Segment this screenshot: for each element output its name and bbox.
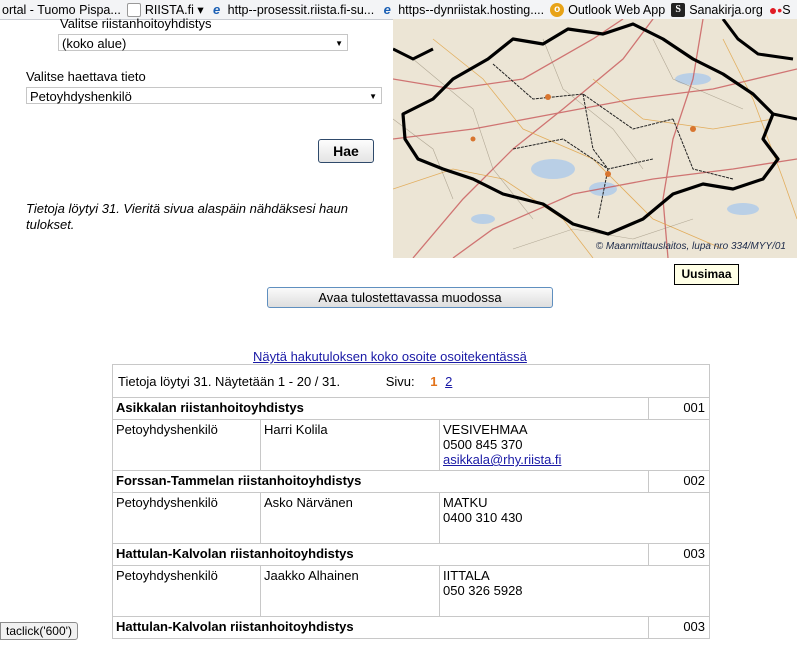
field-select[interactable]: Petoyhdyshenkilö ▼ (26, 87, 382, 104)
results-found-note: Tietoja löytyi 31. Vieritä sivua alaspäi… (26, 201, 348, 232)
table-row: Petoyhdyshenkilö Jaakko Alhainen IITTALA… (112, 565, 711, 617)
page-2-link[interactable]: 2 (445, 374, 452, 389)
association-header-row: Hattulan-Kalvolan riistanhoitoyhdistys 0… (112, 543, 711, 566)
association-name: Forssan-Tammelan riistanhoitoyhdistys (112, 470, 649, 493)
association-name: Hattulan-Kalvolan riistanhoitoyhdistys (112, 543, 649, 566)
association-header-row: Forssan-Tammelan riistanhoitoyhdistys 00… (112, 470, 711, 493)
contact-place: IITTALA (443, 568, 490, 583)
contact-role: Petoyhdyshenkilö (112, 492, 261, 544)
contact-person: Asko Närvänen (260, 492, 440, 544)
bookmark-sanakirja[interactable]: S Sanakirja.org (669, 0, 767, 19)
bookmark-outlook[interactable]: o Outlook Web App (548, 0, 669, 19)
contact-email-link[interactable]: asikkala@rhy.riista.fi (443, 452, 706, 467)
status-bar: taclick('600') (0, 622, 78, 640)
chevron-down-icon: ▼ (335, 39, 343, 48)
association-name: Asikkalan riistanhoitoyhdistys (112, 397, 649, 420)
current-page: 1 (430, 373, 438, 389)
red-dots-icon: ●• (768, 1, 783, 18)
sanakirja-icon: S (671, 2, 686, 17)
riista-icon (126, 2, 141, 17)
contact-details: IITTALA 050 326 5928 (438, 565, 711, 617)
association-code: 003 (647, 543, 711, 566)
association-name: Hattulan-Kalvolan riistanhoitoyhdistys (112, 616, 649, 639)
table-row: Petoyhdyshenkilö Harri Kolila VESIVEHMAA… (112, 419, 711, 471)
bookmark-2-label: http--prosessit.riista.fi-su... (227, 2, 375, 17)
map-image (393, 19, 797, 258)
association-code: 001 (647, 397, 711, 420)
field-select-label: Valitse haettava tieto (26, 69, 146, 84)
rhy-select[interactable]: (koko alue) ▼ (58, 34, 348, 51)
contact-details: VESIVEHMAA 0500 845 370 asikkala@rhy.rii… (438, 419, 711, 471)
region-tooltip: Uusimaa (674, 264, 739, 285)
results-table: Tietoja löytyi 31. Näytetään 1 - 20 / 31… (111, 364, 711, 639)
bookmark-6-label: S (782, 2, 791, 17)
ie-icon: e (213, 1, 221, 17)
outlook-icon: o (550, 2, 565, 17)
contact-person: Harri Kolila (260, 419, 440, 471)
rhy-select-value: (koko alue) (62, 36, 127, 51)
bookmark-extra[interactable]: ●• S (767, 0, 795, 19)
association-code: 002 (647, 470, 711, 493)
bookmark-4-label: Outlook Web App (568, 2, 666, 17)
bookmark-5-label: Sanakirja.org (689, 2, 763, 17)
association-header-row: Hattulan-Kalvolan riistanhoitoyhdistys 0… (112, 616, 711, 639)
region-map[interactable]: © Maanmittauslaitos, lupa nro 334/MYY/01 (393, 19, 797, 258)
print-view-button[interactable]: Avaa tulostettavassa muodossa (267, 287, 553, 308)
bookmark-0-label: ortal - Tuomo Pispa... (2, 2, 121, 17)
contact-details: MATKU 0400 310 430 (438, 492, 711, 544)
association-header-row: Asikkalan riistanhoitoyhdistys 001 (112, 397, 711, 420)
search-button[interactable]: Hae (318, 139, 374, 163)
contact-person: Jaakko Alhainen (260, 565, 440, 617)
contact-phone: 0400 310 430 (443, 510, 523, 525)
page-label: Sivu: (385, 373, 415, 389)
map-copyright: © Maanmittauslaitos, lupa nro 334/MYY/01 (595, 241, 786, 252)
table-row: Petoyhdyshenkilö Asko Närvänen MATKU 040… (112, 492, 711, 544)
bookmark-3-label: https--dynriistak.hosting.... (398, 2, 545, 17)
show-full-address-link[interactable]: Näytä hakutuloksen koko osoite osoiteken… (253, 349, 527, 364)
contact-role: Petoyhdyshenkilö (112, 419, 261, 471)
field-select-value: Petoyhdyshenkilö (30, 89, 132, 104)
contact-role: Petoyhdyshenkilö (112, 565, 261, 617)
ie-icon: e (383, 1, 391, 17)
results-summary-row: Tietoja löytyi 31. Näytetään 1 - 20 / 31… (111, 364, 711, 398)
contact-place: VESIVEHMAA (443, 422, 528, 437)
bookmark-1-label: RIISTA.fi ▾ (144, 3, 204, 17)
results-summary: Tietoja löytyi 31. Näytetään 1 - 20 / 31… (111, 364, 711, 398)
chevron-down-icon: ▼ (369, 92, 377, 101)
contact-phone: 050 326 5928 (443, 583, 523, 598)
bookmark-prosessit[interactable]: e http--prosessit.riista.fi-su... (208, 0, 379, 19)
contact-phone: 0500 845 370 (443, 437, 523, 452)
rhy-select-label: Valitse riistanhoitoyhdistys (60, 16, 212, 31)
association-code: 003 (647, 616, 711, 639)
contact-place: MATKU (443, 495, 488, 510)
bookmark-dynriistak[interactable]: e https--dynriistak.hosting.... (378, 0, 548, 19)
results-count-text: Tietoja löytyi 31. Näytetään 1 - 20 / 31… (118, 373, 341, 389)
